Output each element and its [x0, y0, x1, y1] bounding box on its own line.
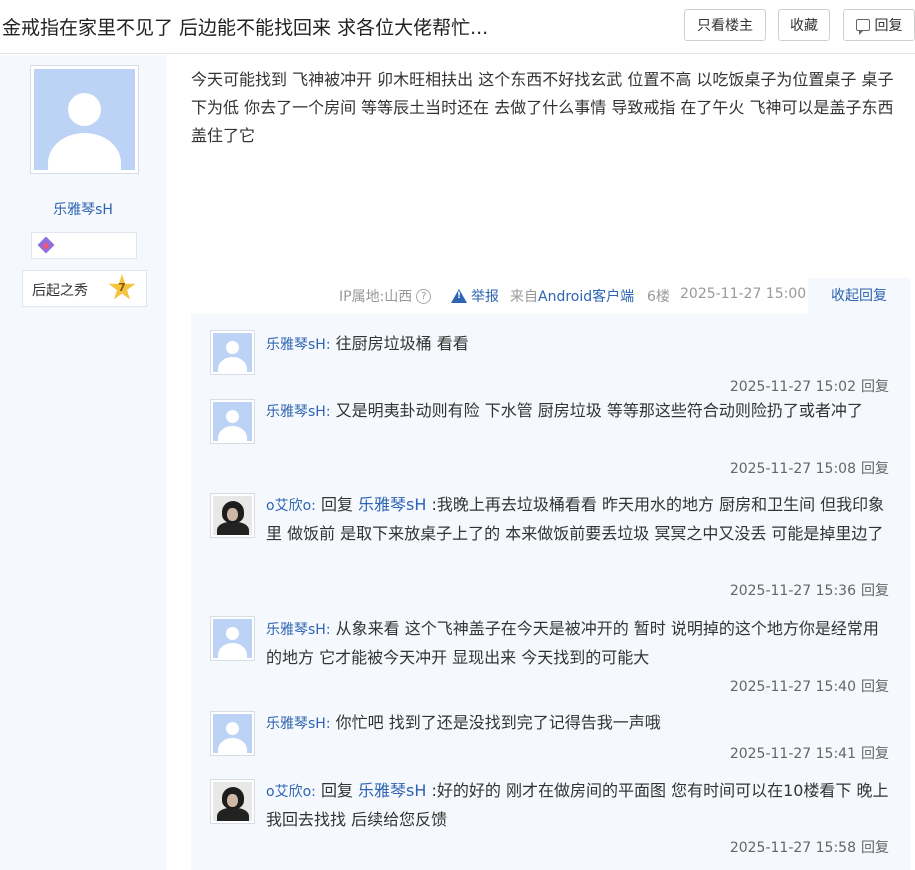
reply-text-block: 乐雅琴sH: 你忙吧 找到了还是没找到完了记得告我一声哦 [266, 709, 891, 738]
default-avatar-icon [34, 69, 135, 170]
collapse-replies-button[interactable]: 收起回复 [808, 278, 910, 314]
reply-meta: 2025-11-27 15:40 回复 [730, 676, 889, 696]
reply-username[interactable]: 乐雅琴sH: [266, 716, 331, 732]
source-prefix: 来自 [510, 289, 538, 305]
reply-time: 2025-11-27 15:08 [729, 461, 856, 477]
post-source: 来自Android客户端 [510, 286, 634, 306]
reply-username[interactable]: 乐雅琴sH: [266, 404, 331, 420]
sub-reply-item: 乐雅琴sH: 从象来看 这个飞神盖子在今天是被冲开的 暂时 说明掉的这个地方你是… [191, 615, 910, 695]
reply-avatar[interactable] [210, 779, 255, 824]
reply-button[interactable]: 回复 [843, 9, 915, 41]
floor-number: 6楼 [647, 289, 670, 305]
sub-reply-item: o艾欣o: 回复 乐雅琴sH :我晚上再去垃圾桶看看 昨天用水的地方 厨房和卫生… [191, 492, 910, 602]
reply-username[interactable]: o艾欣o: [266, 784, 316, 800]
reply-link[interactable]: 回复 [861, 583, 889, 599]
reply-meta: 2025-11-27 15:58 回复 [730, 837, 889, 857]
question-icon[interactable]: ? [416, 288, 432, 304]
warning-icon [451, 289, 467, 303]
member-level-badge[interactable] [31, 232, 137, 259]
sub-reply-list: 乐雅琴sH: 往厨房垃圾桶 看看 2025-11-27 15:02 回复 乐雅琴s… [191, 314, 910, 870]
reply-text-block: 乐雅琴sH: 往厨房垃圾桶 看看 [266, 330, 891, 359]
reply-target-user[interactable]: 乐雅琴sH [358, 495, 426, 514]
ip-location-label: IP属地:山西 [339, 289, 413, 305]
report-label: 举报 [471, 289, 499, 305]
default-avatar-icon [213, 333, 252, 372]
reply-text-block: o艾欣o: 回复 乐雅琴sH :好的好的 刚才在做房间的平面图 您有时间可以在1… [266, 777, 891, 834]
reply-link[interactable]: 回复 [861, 679, 889, 695]
report-link[interactable]: 举报 [451, 286, 499, 306]
default-avatar-icon [213, 402, 252, 441]
ip-location: IP属地:山西 ? [339, 286, 432, 306]
collect-button[interactable]: 收藏 [778, 9, 830, 41]
reply-avatar[interactable] [210, 616, 255, 661]
reply-meta: 2025-11-27 15:08 回复 [730, 458, 889, 478]
post-time: 2025-11-27 15:00 [680, 286, 807, 302]
default-avatar-icon [213, 714, 252, 753]
rank-level-number: 7 [118, 281, 126, 294]
reply-text: 你忙吧 找到了还是没找到完了记得告我一声哦 [330, 713, 661, 732]
reply-icon [855, 19, 870, 35]
reply-text: 又是明夷卦动则有险 下水管 厨房垃圾 等等那这些符合动则险扔了或者冲了 [330, 401, 863, 420]
reply-link[interactable]: 回复 [861, 379, 889, 395]
reply-button-label: 回复 [874, 18, 903, 34]
reply-username[interactable]: 乐雅琴sH: [266, 622, 331, 638]
thread-title: 金戒指在家里不见了 后边能不能找回来 求各位大佬帮忙... [2, 17, 489, 39]
reply-username[interactable]: 乐雅琴sH: [266, 337, 331, 353]
rank-title: 后起之秀 [32, 283, 88, 299]
reply-avatar[interactable] [210, 493, 255, 538]
reply-time: 2025-11-27 15:40 [729, 679, 856, 695]
member-level-icon [37, 236, 55, 254]
reply-meta: 2025-11-27 15:02 回复 [730, 376, 889, 396]
reply-link[interactable]: 回复 [861, 840, 889, 856]
reply-target-user[interactable]: 乐雅琴sH [358, 781, 426, 800]
sub-reply-item: 乐雅琴sH: 又是明夷卦动则有险 下水管 厨房垃圾 等等那这些符合动则险扔了或者… [191, 398, 910, 478]
sub-reply-item: 乐雅琴sH: 你忙吧 找到了还是没找到完了记得告我一声哦 2025-11-27 … [191, 709, 910, 765]
reply-text-block: 乐雅琴sH: 又是明夷卦动则有险 下水管 厨房垃圾 等等那这些符合动则险扔了或者… [266, 397, 891, 426]
reply-avatar[interactable] [210, 711, 255, 756]
post-content: 今天可能找到 飞神被冲开 卯木旺相扶出 这个东西不好找玄武 位置不高 以吃饭桌子… [191, 70, 894, 145]
sub-reply-item: o艾欣o: 回复 乐雅琴sH :好的好的 刚才在做房间的平面图 您有时间可以在1… [191, 776, 910, 866]
thread-header: 金戒指在家里不见了 后边能不能找回来 求各位大佬帮忙... 只看楼主 收藏 回复 [0, 0, 915, 54]
reply-text: 往厨房垃圾桶 看看 [330, 334, 469, 353]
reply-text-block: 乐雅琴sH: 从象来看 这个飞神盖子在今天是被冲开的 暂时 说明掉的这个地方你是… [266, 615, 891, 672]
reply-prefix: 回复 [315, 495, 359, 514]
reply-username[interactable]: o艾欣o: [266, 498, 316, 514]
only-op-button[interactable]: 只看楼主 [684, 9, 766, 41]
author-sidebar: 乐雅琴sH 后起之秀 7 [0, 55, 166, 870]
user-photo-avatar [213, 496, 252, 535]
reply-link[interactable]: 回复 [861, 461, 889, 477]
reply-link[interactable]: 回复 [861, 746, 889, 762]
reply-time: 2025-11-27 15:58 [729, 840, 856, 856]
source-client-link[interactable]: Android客户端 [538, 289, 634, 305]
reply-avatar[interactable] [210, 330, 255, 375]
default-avatar-icon [213, 619, 252, 658]
reply-time: 2025-11-27 15:36 [729, 583, 856, 599]
author-avatar[interactable] [30, 65, 139, 174]
reply-text: 从象来看 这个飞神盖子在今天是被冲开的 暂时 说明掉的这个地方你是经常用的地方 … [266, 619, 879, 667]
rank-star-icon: 7 [108, 274, 136, 302]
reply-prefix: 回复 [315, 781, 359, 800]
reply-time: 2025-11-27 15:41 [729, 746, 856, 762]
sub-reply-item: 乐雅琴sH: 往厨房垃圾桶 看看 2025-11-27 15:02 回复 [191, 328, 910, 395]
user-photo-avatar [213, 782, 252, 821]
author-name[interactable]: 乐雅琴sH [0, 199, 166, 219]
reply-avatar[interactable] [210, 399, 255, 444]
reply-text-block: o艾欣o: 回复 乐雅琴sH :我晚上再去垃圾桶看看 昨天用水的地方 厨房和卫生… [266, 491, 891, 548]
reply-time: 2025-11-27 15:02 [729, 379, 856, 395]
reply-meta: 2025-11-27 15:36 回复 [730, 580, 889, 600]
rank-badge[interactable]: 后起之秀 7 [22, 270, 147, 307]
reply-meta: 2025-11-27 15:41 回复 [730, 743, 889, 763]
